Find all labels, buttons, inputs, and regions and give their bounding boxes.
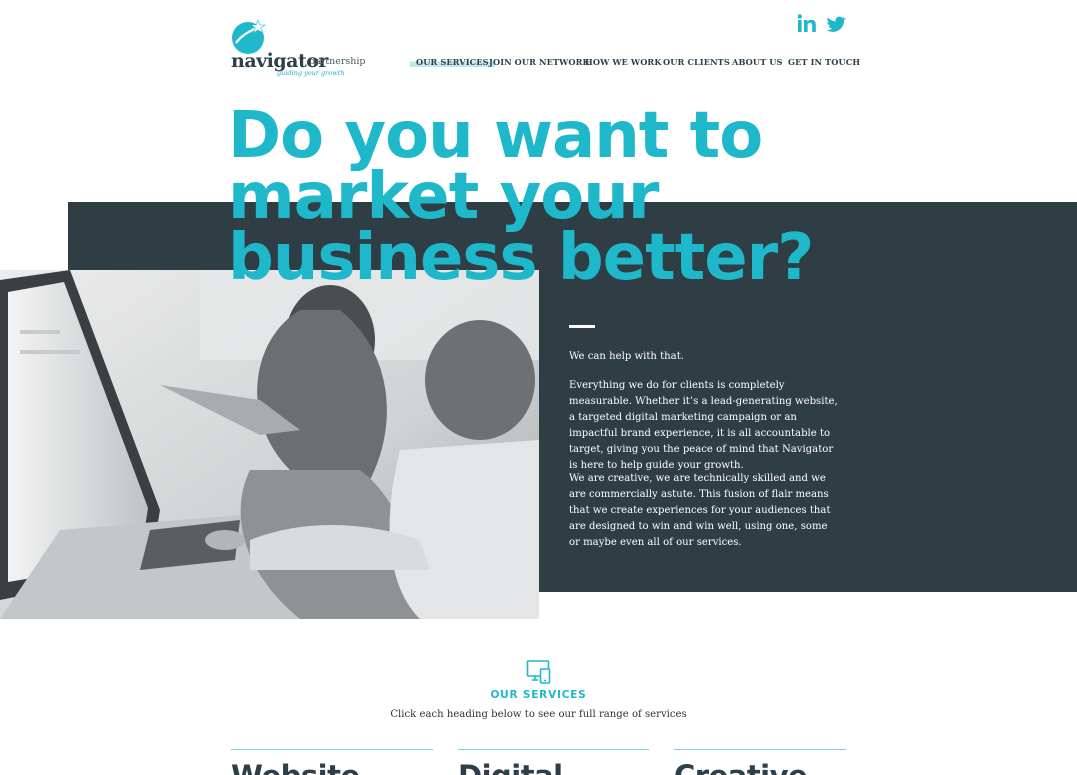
brand-tagline: guiding your growth bbox=[277, 69, 345, 77]
service-heading[interactable]: Website bbox=[231, 759, 360, 775]
services-title: OUR SERVICES bbox=[490, 689, 587, 701]
service-column-digital[interactable]: Digital bbox=[458, 749, 649, 775]
twitter-icon[interactable] bbox=[825, 13, 847, 35]
hero-line-1: Do you want to bbox=[228, 99, 763, 173]
nav-how-we-work[interactable]: HOW WE WORK bbox=[585, 57, 662, 67]
service-column-creative[interactable]: Creative bbox=[674, 749, 846, 775]
nav-our-services[interactable]: OUR SERVICES bbox=[410, 57, 495, 67]
service-heading[interactable]: Digital bbox=[458, 759, 563, 775]
devices-icon bbox=[526, 660, 551, 684]
service-column-website[interactable]: Website bbox=[231, 749, 433, 775]
hero-line-3: business better? bbox=[228, 221, 814, 295]
intro-paragraph-1: Everything we do for clients is complete… bbox=[569, 380, 838, 471]
brand-logo[interactable]: navigator partnership guiding your growt… bbox=[231, 19, 366, 77]
hero-heading: Do you want to market your business bett… bbox=[228, 99, 814, 295]
services-subtitle: Click each heading below to see our full… bbox=[390, 709, 687, 720]
hero-line-2: market your bbox=[228, 160, 659, 234]
nav-our-clients[interactable]: OUR CLIENTS bbox=[663, 57, 730, 67]
nav-join-our-network[interactable]: JOIN OUR NETWORK bbox=[489, 57, 590, 67]
service-heading[interactable]: Creative bbox=[674, 759, 808, 775]
intro-lead: We can help with that. bbox=[569, 351, 684, 362]
nav-about-us[interactable]: ABOUT US bbox=[732, 57, 783, 67]
hero-photo bbox=[0, 270, 539, 619]
intro-paragraph-2: We are creative, we are technically skil… bbox=[569, 473, 831, 548]
brand-suffix: partnership bbox=[309, 56, 366, 67]
nav-get-in-touch[interactable]: GET IN TOUCH bbox=[788, 57, 860, 67]
linkedin-icon[interactable] bbox=[796, 13, 818, 35]
divider-rule bbox=[569, 325, 595, 328]
